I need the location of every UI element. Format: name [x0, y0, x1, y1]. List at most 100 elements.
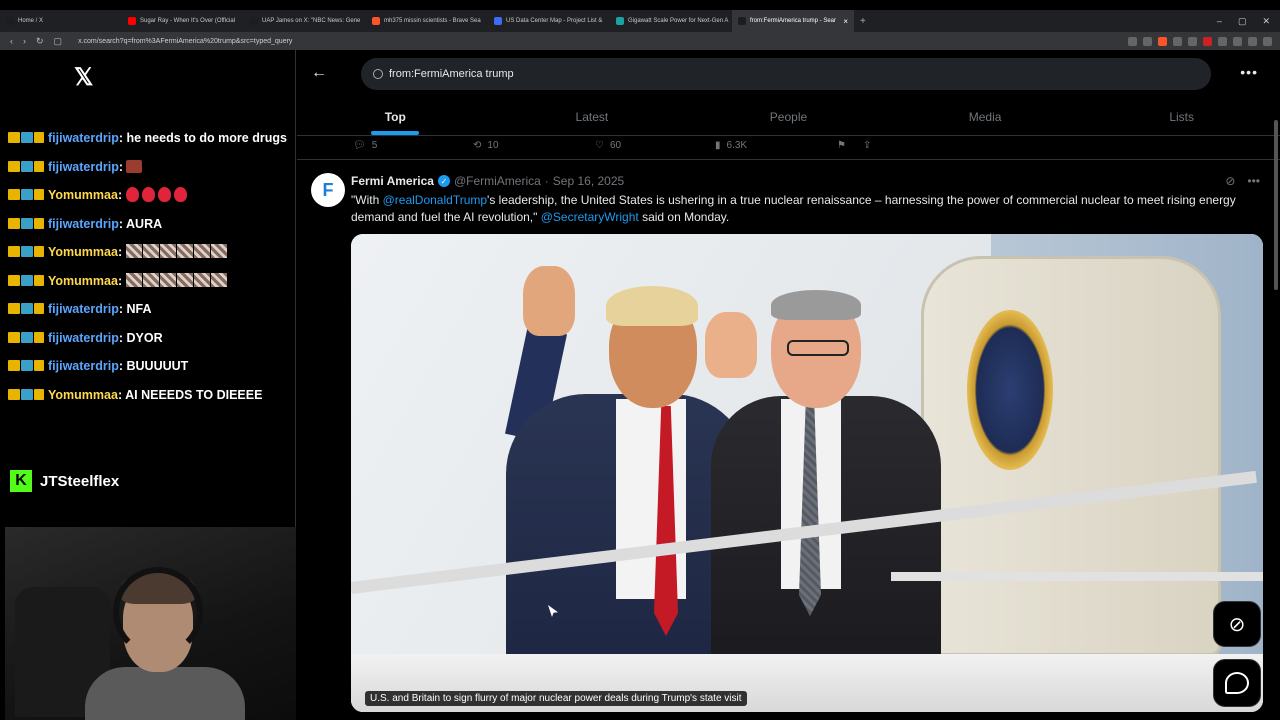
forward-arrow-icon[interactable]: ›	[23, 36, 26, 47]
more-options-icon[interactable]: •••	[1240, 64, 1258, 80]
browser-tab[interactable]: Sugar Ray - When It's Over (Official	[122, 10, 244, 32]
emote-icon	[125, 244, 142, 258]
close-icon[interactable]: ✕	[1262, 16, 1270, 27]
minimize-icon[interactable]: –	[1217, 16, 1222, 27]
extension-icon[interactable]	[1233, 36, 1242, 46]
chat-separator: :	[118, 216, 127, 231]
like-button[interactable]: ♡ 60	[595, 140, 621, 151]
extension-icon[interactable]	[1188, 36, 1197, 46]
back-arrow-icon[interactable]: ←	[311, 64, 327, 82]
chat-username[interactable]: Yomummaa	[48, 188, 118, 202]
chat-separator: :	[117, 273, 126, 288]
chat-message: fijiwaterdrip: BUUUUUT	[8, 358, 288, 375]
tab-title: Gigawatt Scale Power for Next-Gen A	[628, 18, 729, 24]
chat-message: fijiwaterdrip: NFA	[8, 301, 288, 318]
tab-title: mh375 missin scientists - Brave Sea	[384, 18, 481, 24]
stream-chat: fijiwaterdrip: he needs to do more drugs…	[8, 130, 288, 415]
search-input[interactable]: from:FermiAmerica trump	[361, 58, 1211, 90]
chat-message: Yomummaa:	[8, 272, 288, 290]
browser-tab[interactable]: from:FermiAmerica trump - Sear ×	[732, 10, 854, 32]
browser-tab[interactable]: US Data Center Map - Project List &	[488, 10, 610, 32]
chat-badges-icon	[8, 160, 48, 172]
webcam-feed	[5, 527, 296, 720]
view-count: 6.3K	[726, 140, 748, 151]
bookmark-icon[interactable]: ⚑	[837, 140, 846, 151]
chat-username[interactable]: Yomummaa	[48, 274, 118, 288]
stair-railing	[891, 572, 1263, 581]
streamer-shirt	[85, 667, 245, 720]
grok-icon[interactable]: ⊘	[1225, 174, 1235, 188]
bookmark-icon[interactable]: ▢	[54, 36, 63, 47]
tab-favicon-icon	[372, 17, 380, 25]
reload-icon[interactable]: ↻	[36, 36, 44, 47]
views-button[interactable]: ▮ 6.3K	[715, 140, 747, 151]
chat-username[interactable]: fijiwaterdrip	[48, 160, 119, 174]
grok-button[interactable]: ⊘	[1213, 601, 1261, 647]
browser-tab[interactable]: UAP James on X: "NBC News: Gene	[244, 10, 366, 32]
new-tab-button[interactable]: +	[854, 16, 872, 27]
reply-icon: 💬︎	[353, 140, 366, 151]
tab-top[interactable]: Top	[297, 98, 494, 135]
chat-username[interactable]: Yomummaa	[48, 388, 118, 402]
avatar[interactable]: F	[311, 173, 345, 207]
back-arrow-icon[interactable]: ‹	[10, 36, 13, 47]
menu-icon[interactable]	[1263, 36, 1272, 46]
browser-tab[interactable]: Gigawatt Scale Power for Next-Gen A	[610, 10, 732, 32]
extension-icon[interactable]	[1173, 36, 1182, 46]
tab-title: US Data Center Map - Project List &	[506, 18, 603, 24]
browser-tab-strip: Home / X Sugar Ray - When It's Over (Offi…	[0, 10, 1280, 32]
chat-username[interactable]: fijiwaterdrip	[48, 302, 119, 316]
emote-icon	[176, 244, 193, 258]
chat-text: AURA	[126, 216, 163, 231]
scrollbar[interactable]	[1274, 120, 1278, 290]
tweet-author-name[interactable]: Fermi America	[351, 174, 434, 188]
tab-people[interactable]: People	[690, 98, 887, 135]
tweet-author-handle[interactable]: @FermiAmerica	[454, 174, 541, 188]
url-field[interactable]: x.com/search?q=from%3AFermiAmerica%20tru…	[78, 38, 292, 45]
tab-latest[interactable]: Latest	[494, 98, 691, 135]
chat-badges-icon	[8, 245, 48, 257]
x-logo-icon[interactable]: 𝕏	[74, 63, 93, 92]
like-count: 60	[609, 140, 622, 151]
chat-separator: :	[117, 245, 126, 259]
brave-shield-icon[interactable]	[1158, 36, 1167, 46]
chat-badges-icon	[8, 188, 48, 200]
tweet-text: "With @realDonaldTrump's leadership, the…	[351, 192, 1261, 226]
chat-username[interactable]: fijiwaterdrip	[48, 217, 119, 231]
tab-title: Home / X	[18, 18, 44, 24]
browser-tab[interactable]: Home / X	[0, 10, 122, 32]
extension-icon[interactable]	[1128, 36, 1137, 46]
repost-button[interactable]: ⟲ 10	[473, 140, 499, 151]
browser-tab[interactable]: mh375 missin scientists - Brave Sea	[366, 10, 488, 32]
share-icon[interactable]: ⇪	[863, 140, 871, 151]
emote-icon	[210, 244, 227, 258]
tweet-media-image[interactable]: U.S. and Britain to sign flurry of major…	[351, 234, 1263, 712]
tab-lists[interactable]: Lists	[1083, 98, 1280, 135]
emote-icon	[193, 272, 210, 287]
maximize-icon[interactable]: ▢	[1238, 16, 1247, 27]
tab-favicon-icon	[494, 17, 502, 25]
extension-icon[interactable]	[1203, 36, 1212, 46]
mention-link[interactable]: @realDonaldTrump	[383, 193, 487, 207]
airplane-door	[921, 256, 1221, 656]
tweet-date[interactable]: Sep 16, 2025	[553, 174, 624, 188]
chat-username[interactable]: Yomummaa	[48, 245, 118, 259]
tab-title: from:FermiAmerica trump - Sear	[750, 18, 837, 24]
extension-icon[interactable]	[1143, 36, 1152, 46]
chat-message: fijiwaterdrip: AURA	[8, 216, 288, 233]
messages-button[interactable]	[1213, 659, 1261, 707]
close-tab-icon[interactable]: ×	[843, 17, 848, 26]
chat-username[interactable]: fijiwaterdrip	[48, 131, 119, 145]
x-search-page: ← from:FermiAmerica trump ••• Top Latest P…	[297, 50, 1280, 720]
chat-message: Yomummaa:	[8, 244, 288, 261]
more-options-icon[interactable]: •••	[1247, 174, 1260, 188]
extension-icon[interactable]	[1218, 36, 1227, 46]
mention-link[interactable]: @SecretaryWright	[541, 210, 639, 224]
chat-username[interactable]: fijiwaterdrip	[48, 331, 119, 345]
emote-icon	[193, 244, 210, 258]
reply-button[interactable]: 💬︎ 5	[353, 140, 377, 151]
heart-icon: ♡	[595, 140, 604, 151]
sidebar-icon[interactable]	[1248, 36, 1257, 46]
tab-media[interactable]: Media	[887, 98, 1084, 135]
chat-username[interactable]: fijiwaterdrip	[48, 359, 119, 373]
